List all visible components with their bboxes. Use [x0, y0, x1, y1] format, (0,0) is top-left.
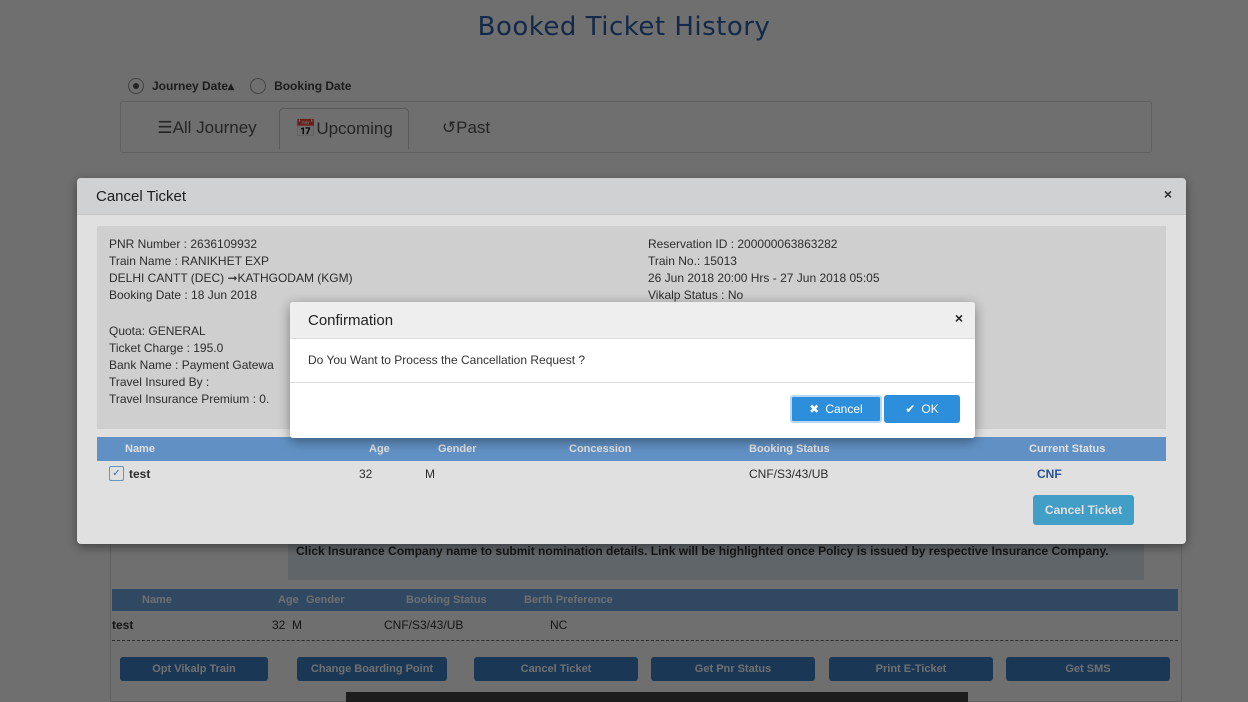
- dialog-header: Confirmation ×: [290, 302, 975, 339]
- divider: [290, 382, 975, 383]
- cancel-button[interactable]: ✖ Cancel: [790, 395, 882, 423]
- ok-button[interactable]: ✔ OK: [884, 395, 960, 423]
- dialog-message: Do You Want to Process the Cancellation …: [308, 353, 586, 367]
- x-icon: ✖: [809, 402, 820, 416]
- close-icon[interactable]: ×: [955, 310, 963, 326]
- checkmark-icon: ✔: [905, 402, 916, 416]
- dialog-title: Confirmation: [308, 312, 394, 329]
- confirmation-dialog: Confirmation × Do You Want to Process th…: [290, 302, 975, 438]
